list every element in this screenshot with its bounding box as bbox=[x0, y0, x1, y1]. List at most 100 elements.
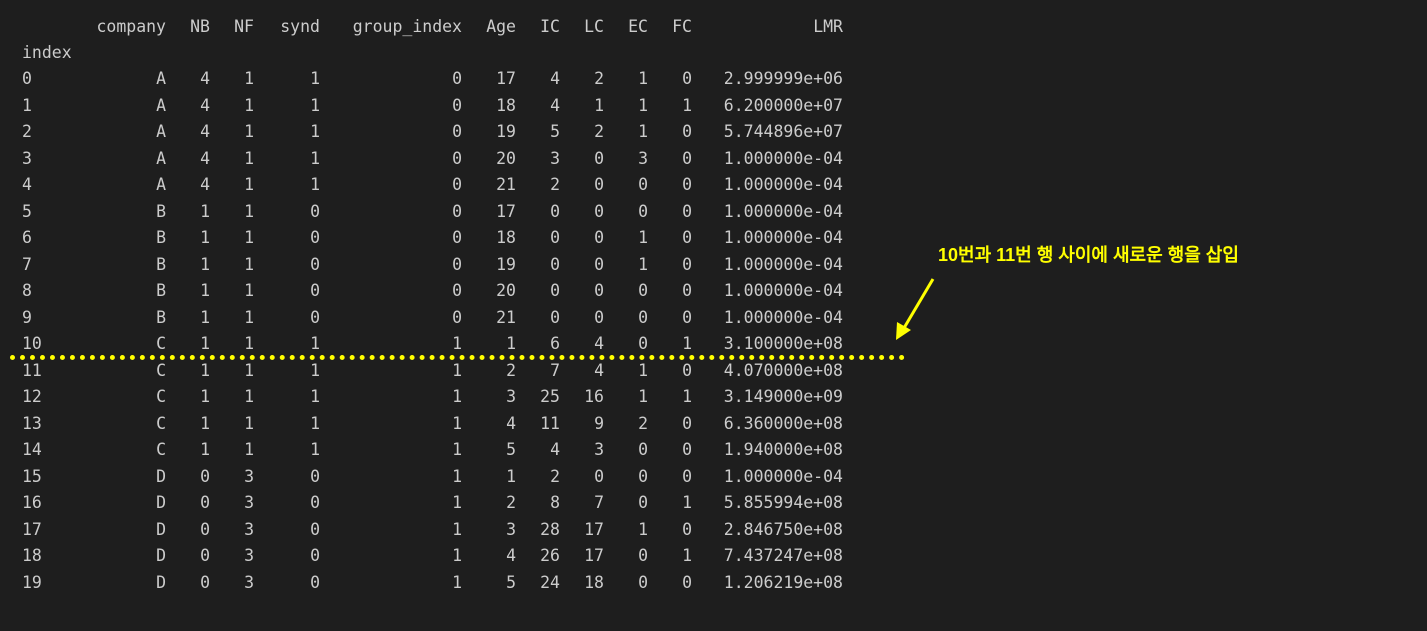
table-cell: 0 bbox=[682, 228, 692, 247]
table-cell: 0 bbox=[550, 228, 560, 247]
table-cell: 0 bbox=[594, 254, 604, 274]
table-cell: 17 bbox=[496, 69, 516, 88]
table-row: 1 A 4 1 1 0 18 4 1 1 1 6.200000e+07 bbox=[0, 93, 1427, 119]
table-cell: 1 bbox=[638, 254, 648, 274]
table-cell: 1 bbox=[682, 546, 692, 565]
table-cell: 1.000000e-04 bbox=[723, 228, 843, 247]
table-cell: 5.744896e+07 bbox=[723, 122, 843, 141]
table-cell: C bbox=[156, 360, 166, 380]
table-cell: 2 bbox=[550, 175, 560, 194]
table-cell: 0 bbox=[452, 254, 462, 274]
table-cell: 1 bbox=[638, 387, 648, 406]
row-index: 2 bbox=[22, 122, 32, 141]
table-cell: 1 bbox=[310, 413, 320, 433]
table-cell: C bbox=[156, 334, 166, 353]
table-cell: 0 bbox=[638, 307, 648, 327]
table-cell: 3 bbox=[550, 148, 560, 168]
table-cell: 5 bbox=[506, 440, 516, 459]
table-cell: 1 bbox=[200, 387, 210, 406]
table-cell: 1 bbox=[452, 519, 462, 539]
table-cell: 1 bbox=[682, 387, 692, 406]
table-cell: 25 bbox=[540, 387, 560, 406]
table-cell: 28 bbox=[540, 519, 560, 539]
table-cell: 1 bbox=[244, 281, 254, 300]
column-header: company bbox=[96, 17, 166, 36]
table-cell: 8 bbox=[550, 493, 560, 512]
table-cell: 1 bbox=[200, 413, 210, 433]
table-cell: 4 bbox=[200, 69, 210, 88]
row-index: 11 bbox=[22, 360, 42, 380]
table-cell: A bbox=[156, 95, 166, 115]
table-cell: 20 bbox=[496, 281, 516, 300]
table-cell: 3 bbox=[638, 148, 648, 168]
table-cell: 0 bbox=[682, 360, 692, 380]
table-cell: 2.999999e+06 bbox=[723, 69, 843, 88]
table-cell: 1 bbox=[682, 95, 692, 115]
table-cell: 1 bbox=[638, 519, 648, 539]
column-header: Age bbox=[486, 17, 516, 36]
table-cell: 0 bbox=[682, 122, 692, 141]
table-cell: 1 bbox=[452, 334, 462, 353]
table-row: 12 C 1 1 1 1 3 25 16 1 1 3.149000e+09 bbox=[0, 384, 1427, 410]
row-index: 7 bbox=[22, 254, 32, 274]
table-cell: 0 bbox=[682, 413, 692, 433]
table-cell: 1 bbox=[452, 466, 462, 486]
table-cell: A bbox=[156, 122, 166, 141]
annotation-label: 10번과 11번 행 사이에 새로운 행을 삽입 bbox=[938, 245, 1239, 265]
column-header: synd bbox=[280, 17, 320, 36]
table-cell: 24 bbox=[540, 572, 560, 592]
table-cell: 0 bbox=[452, 95, 462, 115]
table-cell: 1 bbox=[244, 360, 254, 380]
table-cell: 1.000000e-04 bbox=[723, 148, 843, 168]
table-cell: 0 bbox=[594, 228, 604, 247]
table-cell: 2 bbox=[594, 69, 604, 88]
table-cell: 1 bbox=[638, 95, 648, 115]
table-row: 4 A 4 1 1 0 21 2 0 0 0 1.000000e-04 bbox=[0, 172, 1427, 198]
table-cell: 1 bbox=[310, 148, 320, 168]
table-cell: 0 bbox=[200, 466, 210, 486]
table-cell: 0 bbox=[550, 201, 560, 221]
table-cell: D bbox=[156, 572, 166, 592]
table-cell: 1 bbox=[244, 254, 254, 274]
table-cell: 0 bbox=[452, 201, 462, 221]
table-cell: 1 bbox=[452, 440, 462, 459]
table-cell: 4 bbox=[594, 334, 604, 353]
table-row: 18 D 0 3 0 1 4 26 17 0 1 7.437247e+08 bbox=[0, 543, 1427, 569]
table-cell: 0 bbox=[310, 519, 320, 539]
table-cell: 0 bbox=[200, 493, 210, 512]
table-cell: 1 bbox=[638, 69, 648, 88]
table-cell: 0 bbox=[452, 69, 462, 88]
table-cell: 7 bbox=[550, 360, 560, 380]
table-cell: 1.000000e-04 bbox=[723, 466, 843, 486]
column-header: FC bbox=[672, 17, 692, 36]
table-cell: 0 bbox=[638, 334, 648, 353]
table-cell: 1 bbox=[244, 148, 254, 168]
table-row: 11 C 1 1 1 1 2 7 4 1 0 4.070000e+08 bbox=[0, 358, 1427, 384]
table-cell: 2 bbox=[506, 360, 516, 380]
table-cell: C bbox=[156, 413, 166, 433]
table-cell: 1 bbox=[452, 413, 462, 433]
table-cell: 1 bbox=[244, 228, 254, 247]
table-cell: 0 bbox=[310, 201, 320, 221]
table-cell: 0 bbox=[310, 254, 320, 274]
table-cell: 0 bbox=[638, 440, 648, 459]
table-cell: C bbox=[156, 440, 166, 459]
table-cell: 1 bbox=[310, 122, 320, 141]
table-cell: 4 bbox=[506, 413, 516, 433]
table-cell: 1 bbox=[244, 122, 254, 141]
table-row: 9 B 1 1 0 0 21 0 0 0 0 1.000000e-04 bbox=[0, 305, 1427, 331]
table-cell: 0 bbox=[682, 201, 692, 221]
table-cell: 0 bbox=[682, 519, 692, 539]
column-header: NF bbox=[234, 17, 254, 36]
table-cell: 0 bbox=[682, 281, 692, 300]
table-cell: 4 bbox=[200, 95, 210, 115]
table-cell: 2 bbox=[506, 493, 516, 512]
table-cell: 1 bbox=[452, 546, 462, 565]
row-index: 18 bbox=[22, 546, 42, 565]
table-cell: 3 bbox=[244, 546, 254, 565]
table-cell: 1.000000e-04 bbox=[723, 281, 843, 300]
table-cell: 7.437247e+08 bbox=[723, 546, 843, 565]
table-cell: 1 bbox=[200, 201, 210, 221]
table-cell: 0 bbox=[310, 493, 320, 512]
table-cell: 0 bbox=[200, 546, 210, 565]
